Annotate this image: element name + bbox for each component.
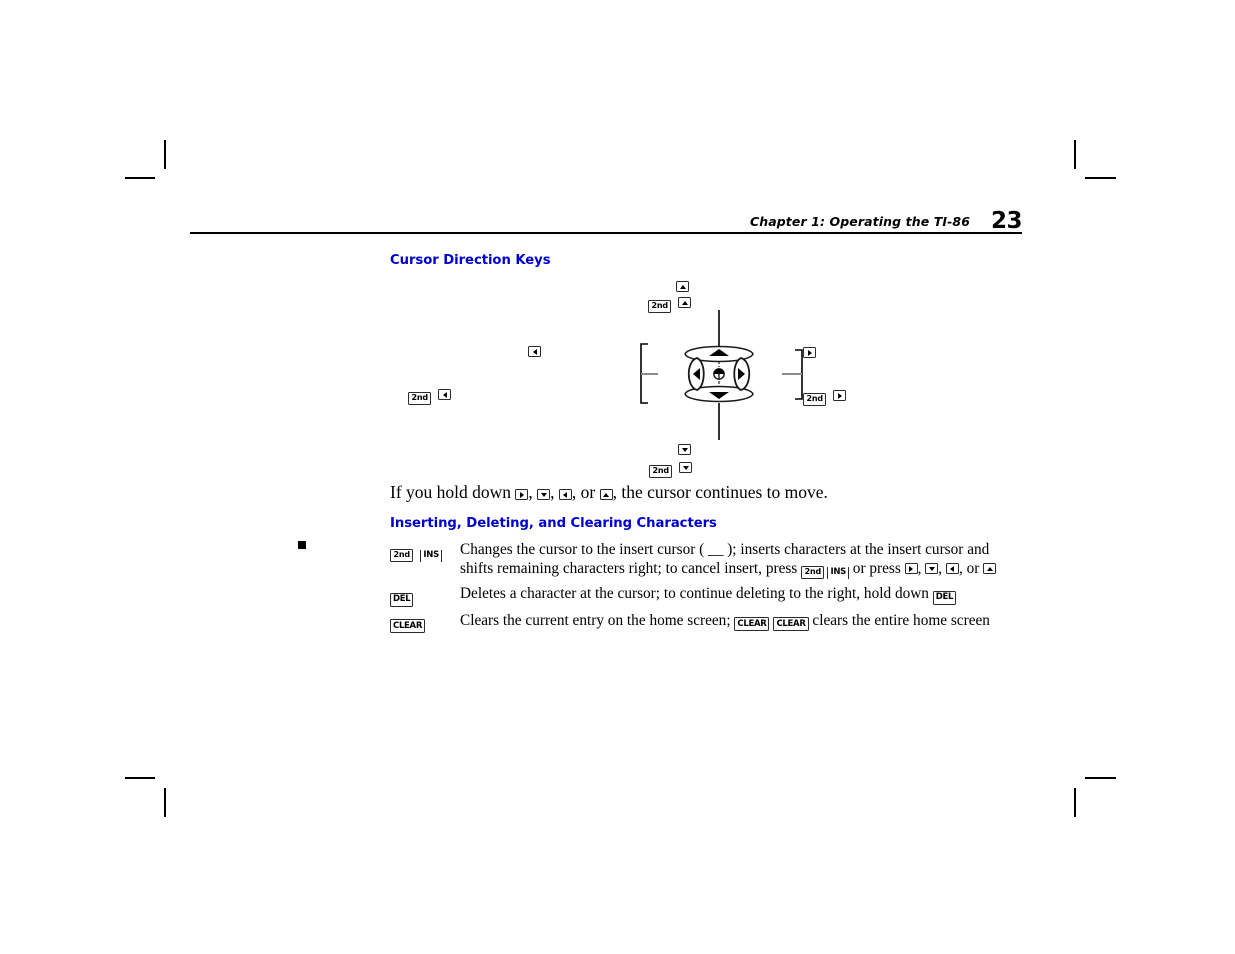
ins-key-icon: INS (827, 566, 849, 579)
header-divider-rule (190, 232, 1022, 235)
crop-mark-bottom-right-vertical (1074, 788, 1076, 817)
definition-text: Deletes a character at the cursor; to co… (460, 585, 933, 603)
paragraph-separator: , (550, 482, 559, 502)
definition-term-insert: 2nd INS (390, 540, 460, 562)
right-arrow-icon (904, 563, 918, 575)
definition-text: , (917, 560, 926, 578)
definition-text: Changes the cursor to the insert cursor … (460, 541, 709, 558)
section-heading-cursor-direction-keys: Cursor Direction Keys (390, 253, 551, 268)
down-arrow-icon (537, 489, 551, 500)
crop-mark-top-left-horizontal (125, 177, 155, 179)
definition-text: or press (848, 560, 905, 578)
paragraph-text-prefix: If you hold down (390, 482, 516, 502)
crop-mark-top-left-vertical (164, 140, 166, 169)
definition-text: , (938, 560, 946, 578)
paragraph-text-suffix: , the cursor continues to move. (612, 482, 828, 502)
left-arrow-icon (558, 489, 572, 500)
cursor-pad-artwork (640, 310, 803, 440)
cursor-direction-pad-diagram: 2nd 2nd 2nd 2nd (390, 272, 1022, 478)
down-arrow-icon (925, 563, 939, 575)
definition-term-clear: CLEAR (390, 611, 460, 634)
cursor-pad-graphic (684, 345, 754, 403)
definition-text: clears the entire home screen (808, 611, 990, 629)
paragraph-separator: , or (571, 482, 600, 502)
crop-mark-bottom-left-vertical (164, 788, 166, 817)
up-arrow-icon (983, 563, 997, 575)
crop-mark-top-right-vertical (1074, 140, 1076, 169)
second-key-icon: 2nd (390, 548, 414, 562)
del-key-icon: DEL (390, 592, 414, 607)
definition-text: Clears the current entry on the home scr… (460, 611, 735, 629)
left-arrow-icon (945, 563, 959, 575)
del-key-icon: DEL (932, 590, 957, 605)
hold-down-paragraph: If you hold down , , , or , the cursor c… (390, 482, 828, 504)
chapter-title: Chapter 1: Operating the TI-86 (749, 214, 970, 229)
second-key-icon: 2nd (801, 565, 825, 580)
definition-term-delete: DEL (390, 584, 460, 607)
insert-cursor-underscore-glyph: __ (708, 541, 724, 558)
right-arrow-icon (515, 489, 529, 500)
margin-bullet-marker (298, 541, 306, 549)
definition-row-clear: CLEAR Clears the current entry on the ho… (390, 611, 1022, 634)
definition-row-insert: 2nd INS Changes the cursor to the insert… (390, 540, 1022, 580)
crop-mark-bottom-right-horizontal (1085, 777, 1116, 779)
ins-key-icon: INS (420, 549, 442, 562)
section-heading-inserting-deleting-clearing: Inserting, Deleting, and Clearing Charac… (390, 516, 717, 531)
key-definitions-list: 2nd INS Changes the cursor to the insert… (390, 540, 1022, 636)
clear-key-icon: CLEAR (773, 617, 809, 632)
page-header: Chapter 1: Operating the TI-86 23 (190, 205, 1023, 234)
definition-row-delete: DEL Deletes a character at the cursor; t… (390, 584, 1022, 607)
clear-key-icon: CLEAR (734, 617, 770, 632)
up-arrow-icon (599, 489, 613, 500)
definition-description-delete: Deletes a character at the cursor; to co… (460, 584, 1022, 605)
paragraph-separator: , (528, 482, 538, 502)
page-number: 23 (990, 208, 1023, 234)
definition-description-insert: Changes the cursor to the insert cursor … (460, 540, 1022, 580)
definition-description-clear: Clears the current entry on the home scr… (460, 611, 1022, 632)
clear-key-icon: CLEAR (390, 619, 426, 634)
definition-text: , or (958, 560, 984, 578)
crop-mark-bottom-left-horizontal (125, 777, 155, 779)
crop-mark-top-right-horizontal (1085, 177, 1116, 179)
